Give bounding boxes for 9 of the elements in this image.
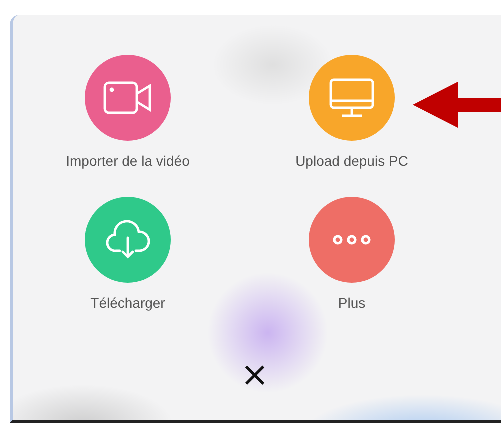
video-camera-icon bbox=[103, 81, 153, 115]
action-label: Plus bbox=[338, 295, 366, 311]
action-label: Upload depuis PC bbox=[296, 153, 408, 169]
action-label: Importer de la vidéo bbox=[66, 153, 190, 169]
close-button[interactable]: × bbox=[240, 361, 270, 389]
monitor-icon bbox=[329, 78, 375, 118]
action-label: Télécharger bbox=[90, 295, 166, 311]
cloud-download-icon bbox=[105, 220, 151, 260]
more-icon bbox=[332, 234, 372, 246]
